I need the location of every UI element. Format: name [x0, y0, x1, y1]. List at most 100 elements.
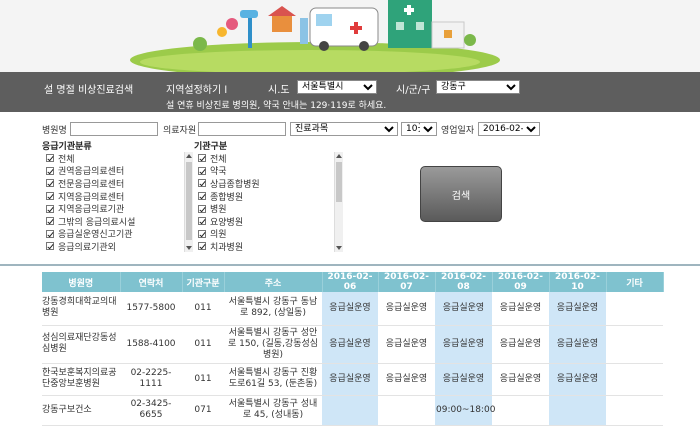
region-banner: 설 명절 비상진료검색 지역설정하기 l 시.도 서울특별시 시/군/구 강동구… [0, 72, 700, 112]
hospital-name-cell[interactable]: 성심의료재단강동성심병원 [42, 325, 120, 364]
scroll-up-icon[interactable] [186, 154, 192, 158]
checkbox-icon[interactable] [46, 154, 54, 163]
results-section: 병원명 연락처 기관구분 주소 2016-02-06 2016-02-07 20… [0, 264, 700, 426]
inst-item-hospital[interactable]: 병원 [198, 202, 332, 215]
emergency-item-er-registered[interactable]: 응급실운영신고기관 [46, 228, 186, 241]
checkbox-icon[interactable] [198, 154, 206, 163]
inst-item-general-hospital[interactable]: 종합병원 [198, 190, 332, 203]
notice-text: 설 연휴 비상진료 병의원, 약국 안내는 129·119로 하세요. [166, 101, 387, 111]
emergency-class-list: 전체 권역응급의료센터 전문응급의료센터 지역응급의료센터 지역응급의료기관 그… [46, 152, 186, 252]
table-row[interactable]: 한국보훈복지의료공단중앙보훈병원 02-2225-1111 011 서울특별시 … [42, 363, 663, 396]
inst-item-label: 병원 [210, 205, 227, 216]
page-title: 설 명절 비상진료검색 [44, 85, 134, 96]
inst-item-pharmacy[interactable]: 약국 [198, 165, 332, 178]
date-select[interactable]: 2016-02-08 [478, 122, 540, 136]
schedule-cell [322, 395, 378, 426]
count-select[interactable]: 10곳 [401, 122, 437, 136]
emergency-item-label: 전문응급의료센터 [58, 179, 125, 190]
checkbox-icon[interactable] [198, 242, 206, 251]
schedule-cell: 응급실운영 [549, 325, 606, 364]
type-cell: 011 [182, 363, 224, 396]
col-header-etc[interactable]: 기타 [606, 272, 664, 292]
checkbox-icon[interactable] [198, 166, 206, 175]
schedule-cell: 응급실운영 [435, 292, 492, 326]
table-row[interactable]: 강동구보건소 02-3425-6655 071 서울특별시 강동구 성내로 45… [42, 395, 663, 426]
col-header-name[interactable]: 병원명 [42, 272, 121, 292]
phone-cell: 02-2225-1111 [120, 363, 182, 396]
col-header-date[interactable]: 2016-02-09 [492, 272, 550, 292]
inst-item-label: 요양병원 [210, 217, 244, 228]
inst-item-label: 약국 [210, 167, 227, 178]
checkbox-icon[interactable] [46, 166, 54, 175]
hospital-name-cell[interactable]: 강동구보건소 [42, 395, 120, 426]
emergency-item-regional-center[interactable]: 권역응급의료센터 [46, 165, 186, 177]
emergency-item-specialized-center[interactable]: 전문응급의료센터 [46, 177, 186, 190]
col-header-date[interactable]: 2016-02-06 [322, 272, 379, 292]
hospital-name-cell[interactable]: 강동경희대학교의대병원 [42, 292, 120, 326]
emergency-item-local-center[interactable]: 지역응급의료센터 [46, 190, 186, 203]
col-header-date[interactable]: 2016-02-07 [378, 272, 436, 292]
emergency-item-label: 응급실운영신고기관 [58, 230, 133, 241]
checkbox-icon[interactable] [46, 192, 54, 201]
emergency-item-local-institution[interactable]: 지역응급의료기관 [46, 202, 186, 215]
checkbox-icon[interactable] [46, 242, 54, 251]
scroll-up-icon[interactable] [336, 154, 342, 158]
scroll-thumb[interactable] [186, 162, 192, 240]
emergency-item-label: 전체 [58, 154, 75, 165]
emergency-item-other-facility[interactable]: 그밖의 응급의료시설 [46, 215, 186, 228]
checkbox-icon[interactable] [198, 229, 206, 238]
gugun-select[interactable]: 강동구 [436, 80, 520, 94]
inst-item-nursing-hospital[interactable]: 요양병원 [198, 215, 332, 228]
institution-type-list: 전체 약국 상급종합병원 종합병원 병원 요양병원 의원 치과병원 [198, 152, 332, 252]
table-row[interactable]: 성심의료재단강동성심병원 1588-4100 011 서울특별시 강동구 성안로… [42, 325, 663, 364]
inst-item-all[interactable]: 전체 [198, 152, 332, 165]
region-setting-label: 지역설정하기 l [166, 85, 228, 96]
inst-item-clinic[interactable]: 의원 [198, 228, 332, 240]
emergency-item-label: 지역응급의료센터 [58, 192, 125, 203]
emergency-item-non-emergency[interactable]: 응급의료기관외 [46, 240, 186, 252]
schedule-cell: 응급실운영 [322, 325, 378, 364]
sido-select[interactable]: 서울특별시 [297, 80, 377, 94]
checkbox-icon[interactable] [46, 179, 54, 188]
inst-item-tertiary-hospital[interactable]: 상급종합병원 [198, 177, 332, 190]
hospital-name-input[interactable] [70, 122, 158, 136]
search-button[interactable]: 검색 [420, 166, 502, 222]
checkbox-icon[interactable] [46, 229, 54, 238]
emergency-class-title: 응급기관분류 [42, 142, 92, 152]
search-form: 병원명 의료자원 진료과목 10곳 영업일자 2016-02-08 응급기관분류… [0, 118, 700, 258]
inst-item-dental-hospital[interactable]: 치과병원 [198, 240, 332, 252]
institution-type-title: 기관구분 [194, 142, 228, 152]
department-select[interactable]: 진료과목 [290, 122, 398, 136]
scroll-down-icon[interactable] [336, 246, 342, 250]
col-header-phone[interactable]: 연락처 [120, 272, 183, 292]
schedule-cell: 응급실운영 [492, 292, 549, 326]
inst-item-label: 전체 [210, 154, 227, 165]
col-header-date[interactable]: 2016-02-08 [435, 272, 493, 292]
col-header-type[interactable]: 기관구분 [182, 272, 225, 292]
institution-list-scrollbar[interactable] [334, 152, 343, 252]
phone-cell: 1577-5800 [120, 292, 182, 326]
emergency-list-scrollbar[interactable] [184, 152, 193, 252]
doctor-label: 의료자원 [163, 126, 197, 136]
checkbox-icon[interactable] [198, 204, 206, 213]
checkbox-icon[interactable] [46, 204, 54, 213]
type-cell: 011 [182, 325, 224, 364]
col-header-address[interactable]: 주소 [224, 272, 323, 292]
table-row[interactable]: 강동경희대학교의대병원 1577-5800 011 서울특별시 강동구 동남로 … [42, 292, 663, 326]
checkbox-icon[interactable] [198, 179, 206, 188]
doctor-input[interactable] [198, 122, 286, 136]
address-cell: 서울특별시 강동구 동남로 892, (상일동) [224, 292, 322, 326]
scroll-down-icon[interactable] [186, 246, 192, 250]
emergency-item-label: 지역응급의료기관 [58, 205, 125, 216]
scroll-thumb[interactable] [336, 162, 342, 202]
checkbox-icon[interactable] [198, 192, 206, 201]
emergency-item-all[interactable]: 전체 [46, 152, 186, 165]
hospital-name-cell[interactable]: 한국보훈복지의료공단중앙보훈병원 [42, 363, 120, 396]
emergency-item-label: 그밖의 응급의료시설 [58, 217, 136, 228]
schedule-cell: 응급실운영 [322, 363, 378, 396]
col-header-date[interactable]: 2016-02-10 [549, 272, 607, 292]
inst-item-label: 상급종합병원 [210, 179, 260, 190]
checkbox-icon[interactable] [46, 217, 54, 226]
checkbox-icon[interactable] [198, 217, 206, 226]
schedule-cell [378, 395, 435, 426]
